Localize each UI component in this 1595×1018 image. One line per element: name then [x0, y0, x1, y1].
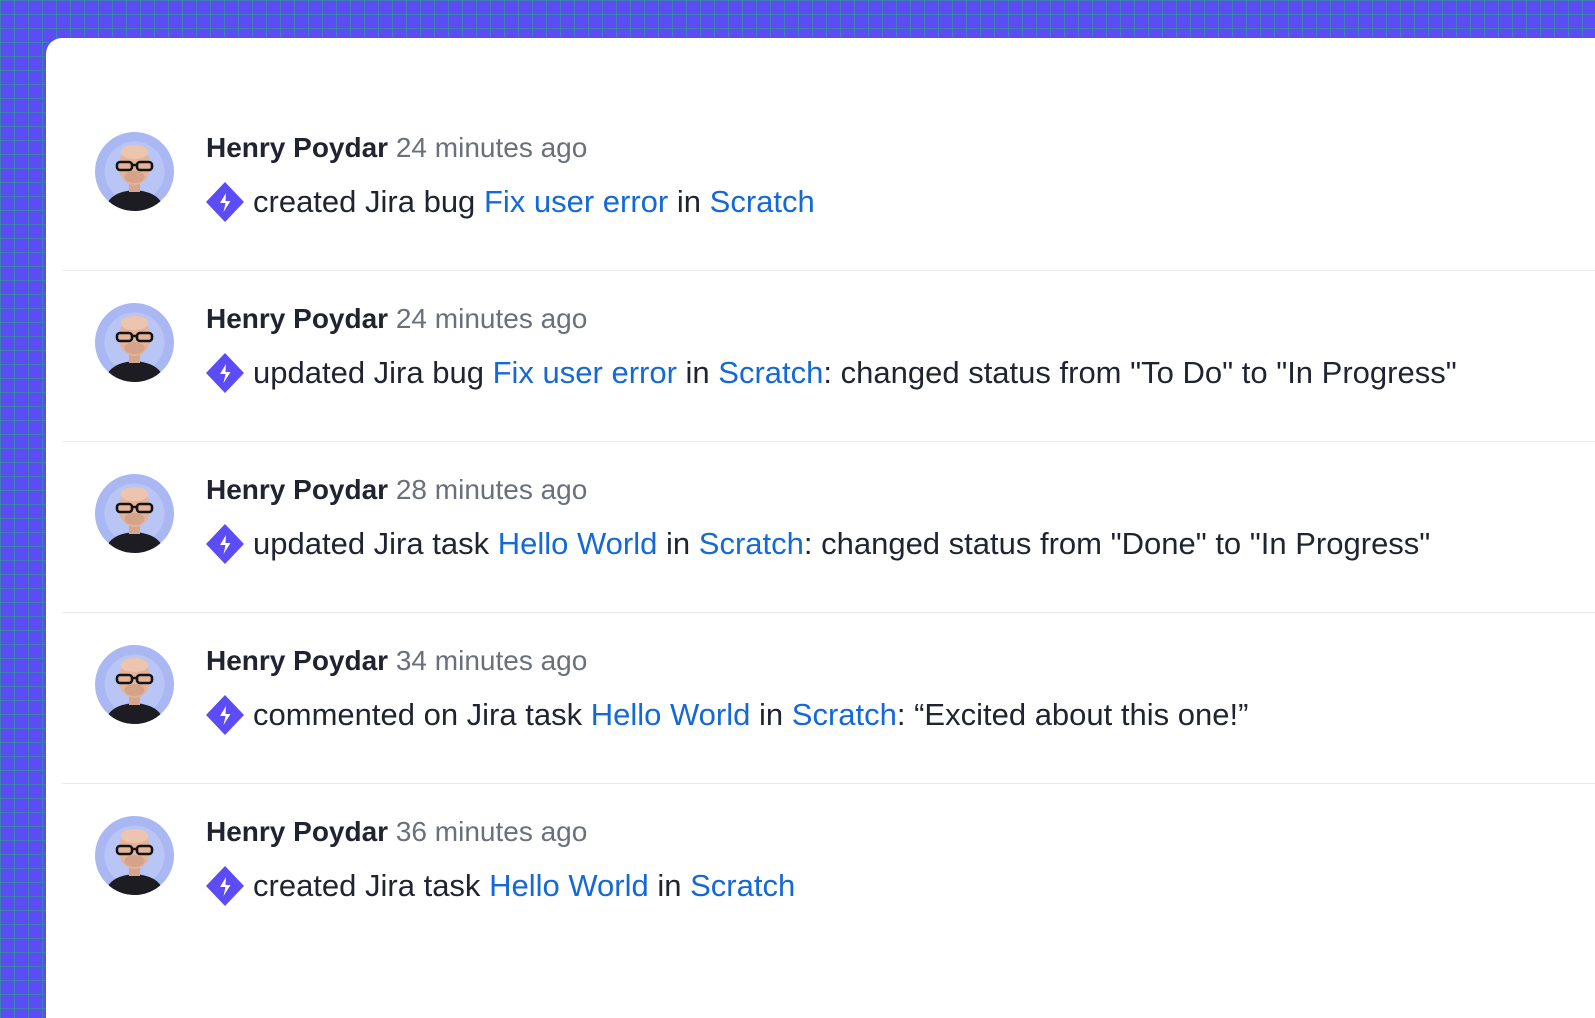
activity-text: updated Jira task Hello World in Scratch… — [206, 524, 1430, 564]
feed-item: Henry Poydar 24 minutes ago updated Jira… — [62, 271, 1595, 442]
avatar-image — [95, 474, 174, 553]
avatar-image — [95, 132, 174, 211]
jira-icon — [206, 353, 244, 393]
feed-item: Henry Poydar 36 minutes ago created Jira… — [62, 784, 1595, 955]
avatar-image — [95, 645, 174, 724]
timestamp: 24 minutes ago — [395, 132, 588, 163]
feed-item: Henry Poydar 28 minutes ago updated Jira… — [62, 442, 1595, 613]
activity-joiner: in — [657, 868, 682, 903]
avatar[interactable] — [95, 132, 174, 211]
avatar-image — [95, 816, 174, 895]
activity-text: commented on Jira task Hello World in Sc… — [206, 695, 1248, 735]
project-link[interactable]: Scratch — [710, 184, 815, 220]
avatar-image — [95, 303, 174, 382]
feed-item: Henry Poydar 34 minutes ago commented on… — [62, 613, 1595, 784]
jira-icon — [206, 524, 244, 564]
activity-verb: created Jira task — [253, 868, 481, 903]
activity-text: updated Jira bug Fix user error in Scrat… — [206, 353, 1457, 393]
jira-icon — [206, 866, 244, 906]
feed-item-meta: Henry Poydar 28 minutes ago — [206, 473, 587, 507]
activity-detail: : changed status from "To Do" to "In Pro… — [823, 355, 1457, 390]
author-name[interactable]: Henry Poydar — [206, 474, 388, 505]
issue-link[interactable]: Hello World — [489, 868, 649, 904]
author-name[interactable]: Henry Poydar — [206, 645, 388, 676]
author-name[interactable]: Henry Poydar — [206, 132, 388, 163]
project-link[interactable]: Scratch — [792, 697, 897, 733]
timestamp: 36 minutes ago — [395, 816, 588, 847]
avatar[interactable] — [95, 816, 174, 895]
avatar[interactable] — [95, 474, 174, 553]
feed-item-meta: Henry Poydar 24 minutes ago — [206, 302, 587, 336]
project-link[interactable]: Scratch — [699, 526, 804, 562]
feed-item: Henry Poydar 24 minutes ago created Jira… — [62, 100, 1595, 271]
author-name[interactable]: Henry Poydar — [206, 303, 388, 334]
activity-verb: created Jira bug — [253, 184, 476, 219]
avatar[interactable] — [95, 645, 174, 724]
activity-feed: Henry Poydar 24 minutes ago created Jira… — [62, 100, 1595, 955]
timestamp: 34 minutes ago — [395, 645, 588, 676]
feed-item-meta: Henry Poydar 34 minutes ago — [206, 644, 587, 678]
feed-item-meta: Henry Poydar 24 minutes ago — [206, 131, 587, 165]
activity-text: created Jira bug Fix user error in Scrat… — [206, 182, 815, 222]
activity-text: created Jira task Hello World in Scratch — [206, 866, 795, 906]
project-link[interactable]: Scratch — [690, 868, 795, 904]
issue-link[interactable]: Hello World — [498, 526, 658, 562]
activity-verb: updated Jira task — [253, 526, 490, 561]
issue-link[interactable]: Fix user error — [484, 184, 668, 220]
activity-detail: : changed status from "Done" to "In Prog… — [803, 526, 1431, 561]
activity-detail: : “Excited about this one!” — [896, 697, 1249, 732]
avatar[interactable] — [95, 303, 174, 382]
project-link[interactable]: Scratch — [718, 355, 823, 391]
timestamp: 28 minutes ago — [395, 474, 588, 505]
jira-icon — [206, 182, 244, 222]
activity-verb: updated Jira bug — [253, 355, 484, 390]
jira-icon — [206, 695, 244, 735]
issue-link[interactable]: Fix user error — [493, 355, 677, 391]
activity-joiner: in — [759, 697, 784, 732]
activity-joiner: in — [666, 526, 691, 561]
timestamp: 24 minutes ago — [395, 303, 588, 334]
activity-joiner: in — [676, 184, 702, 219]
activity-card: Henry Poydar 24 minutes ago created Jira… — [46, 38, 1595, 1018]
feed-item-meta: Henry Poydar 36 minutes ago — [206, 815, 587, 849]
activity-joiner: in — [685, 355, 710, 390]
activity-verb: commented on Jira task — [253, 697, 583, 732]
author-name[interactable]: Henry Poydar — [206, 816, 388, 847]
issue-link[interactable]: Hello World — [591, 697, 751, 733]
